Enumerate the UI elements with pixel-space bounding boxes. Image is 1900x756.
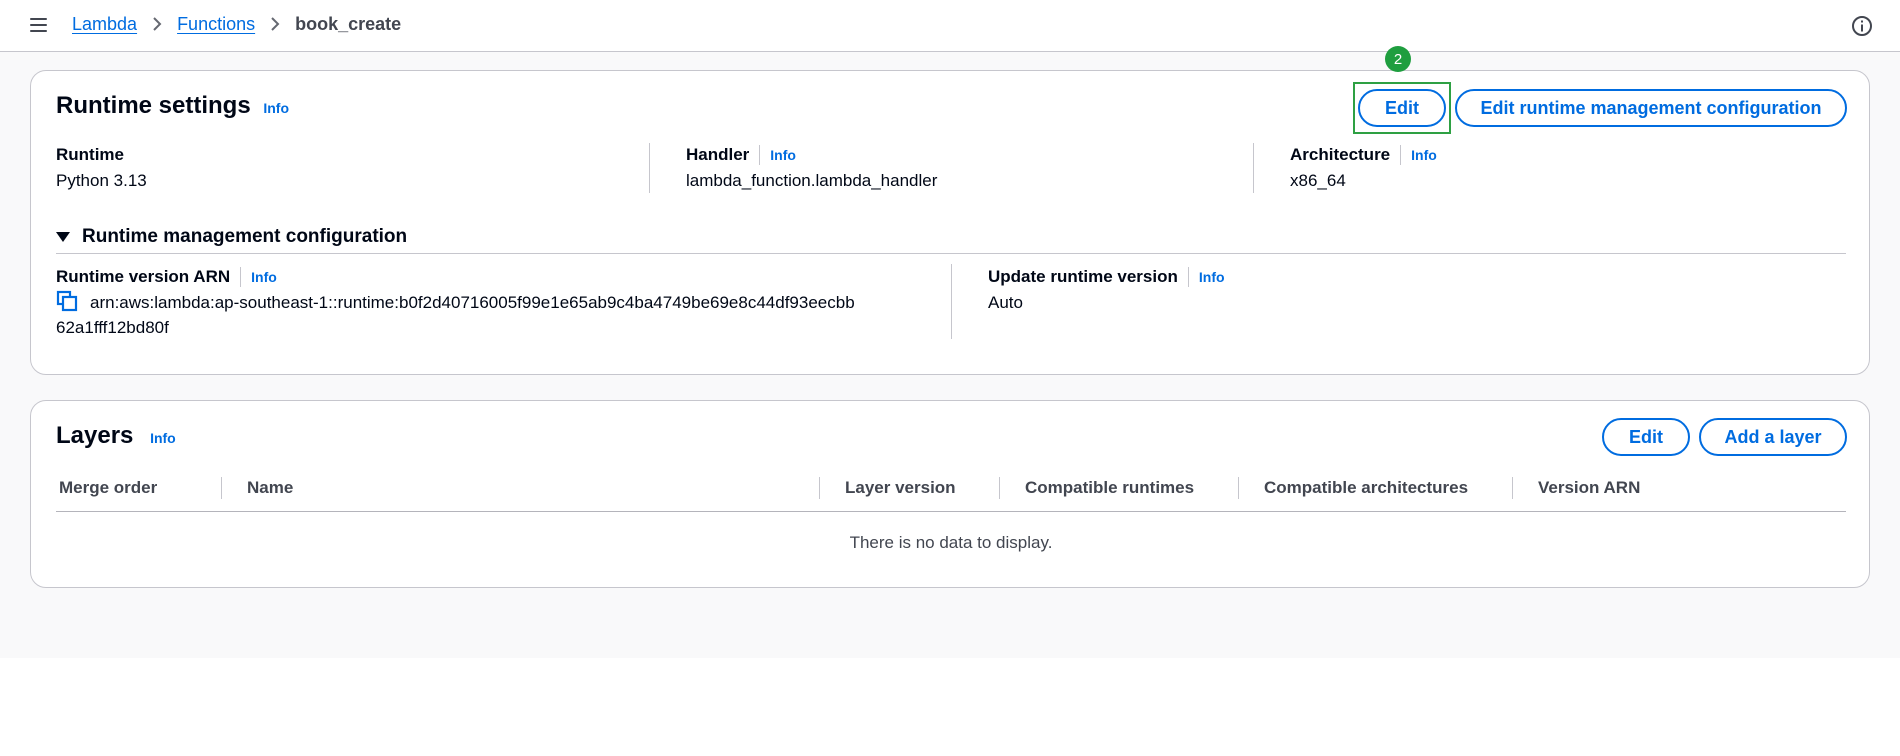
handler-info-link[interactable]: Info <box>770 144 796 166</box>
column-divider <box>951 264 952 339</box>
caret-down-icon <box>56 232 70 242</box>
update-runtime-value: Auto <box>988 293 1023 312</box>
update-runtime-label: Update runtime version <box>988 267 1178 286</box>
section-divider <box>56 253 1846 254</box>
handler-label-row: Handler Info <box>686 144 937 166</box>
runtime-label: Runtime <box>56 145 124 164</box>
runtime-management-expander[interactable]: Runtime management configuration <box>56 226 407 248</box>
info-circle-icon[interactable] <box>1851 15 1873 37</box>
runtime-arn-line2: 62a1fff12bd80f <box>56 318 169 337</box>
architecture-info-link[interactable]: Info <box>1411 144 1437 166</box>
runtime-settings-panel: Runtime settings Info 2 Edit Edit runtim… <box>30 46 1870 375</box>
breadcrumb-current: book_create <box>295 14 402 34</box>
add-layer-button[interactable]: Add a layer <box>1699 418 1847 456</box>
column-header-compatible-runtimes[interactable]: Compatible runtimes <box>1025 477 1194 499</box>
column-resizer[interactable] <box>819 477 820 499</box>
column-header-compatible-architectures[interactable]: Compatible architectures <box>1264 477 1468 499</box>
column-header-merge-order[interactable]: Merge order <box>59 477 157 499</box>
hamburger-menu-icon[interactable] <box>28 15 50 35</box>
architecture-label: Architecture <box>1290 145 1391 164</box>
chevron-right-icon <box>153 17 162 31</box>
column-resizer[interactable] <box>1238 477 1239 499</box>
update-runtime-label-row: Update runtime version Info <box>988 266 1225 288</box>
column-resizer[interactable] <box>221 477 222 499</box>
layers-info-link[interactable]: Info <box>150 430 176 446</box>
breadcrumb-lambda[interactable]: Lambda <box>72 13 137 35</box>
runtime-arn-info-link[interactable]: Info <box>251 266 277 288</box>
update-runtime-field: Update runtime version Info Auto <box>988 266 1225 315</box>
runtime-management-title: Runtime management configuration <box>82 226 408 247</box>
empty-table-message: There is no data to display. <box>849 533 1053 552</box>
handler-value: lambda_function.lambda_handler <box>686 171 938 190</box>
runtime-arn-label-row: Runtime version ARN Info <box>56 266 936 288</box>
column-header-version-arn[interactable]: Version ARN <box>1538 477 1640 499</box>
edit-runtime-management-button[interactable]: Edit runtime management configuration <box>1455 89 1847 127</box>
column-resizer[interactable] <box>1512 477 1513 499</box>
table-header-divider <box>56 511 1846 512</box>
architecture-label-row: Architecture Info <box>1290 144 1437 166</box>
chevron-right-icon <box>271 17 280 31</box>
step-badge: 2 <box>1385 46 1411 72</box>
runtime-arn-value: arn:aws:lambda:ap-southeast-1::runtime:b… <box>56 290 936 340</box>
layers-title-text: Layers <box>56 422 134 449</box>
runtime-arn-line1: arn:aws:lambda:ap-southeast-1::runtime:b… <box>90 293 855 312</box>
handler-field: Handler Info lambda_function.lambda_hand… <box>686 144 937 193</box>
runtime-value: Python 3.13 <box>56 171 147 190</box>
copy-icon[interactable] <box>56 290 78 312</box>
column-divider <box>1253 143 1254 193</box>
runtime-arn-label: Runtime version ARN <box>56 267 231 286</box>
architecture-field: Architecture Info x86_64 <box>1290 144 1437 193</box>
column-divider <box>649 143 650 193</box>
layers-panel: Layers Info Edit Add a layer Merge order… <box>30 400 1870 588</box>
runtime-settings-title: Runtime settings Info <box>56 91 289 123</box>
layers-title: Layers Info <box>56 421 176 453</box>
edit-layers-button[interactable]: Edit <box>1602 418 1690 456</box>
breadcrumb: Lambda Functions book_create <box>72 13 401 35</box>
top-bar: Lambda Functions book_create <box>0 0 1900 52</box>
update-runtime-info-link[interactable]: Info <box>1199 266 1225 288</box>
runtime-settings-title-text: Runtime settings <box>56 92 251 119</box>
column-header-name[interactable]: Name <box>247 477 293 499</box>
runtime-arn-field: Runtime version ARN Info arn:aws:lambda:… <box>56 266 936 340</box>
breadcrumb-functions[interactable]: Functions <box>177 13 255 35</box>
runtime-settings-info-link[interactable]: Info <box>263 100 289 116</box>
column-header-layer-version[interactable]: Layer version <box>845 477 956 499</box>
runtime-field: Runtime Python 3.13 <box>56 144 147 193</box>
column-resizer[interactable] <box>999 477 1000 499</box>
edit-runtime-button[interactable]: Edit <box>1358 89 1446 127</box>
handler-label: Handler <box>686 145 750 164</box>
architecture-value: x86_64 <box>1290 171 1346 190</box>
